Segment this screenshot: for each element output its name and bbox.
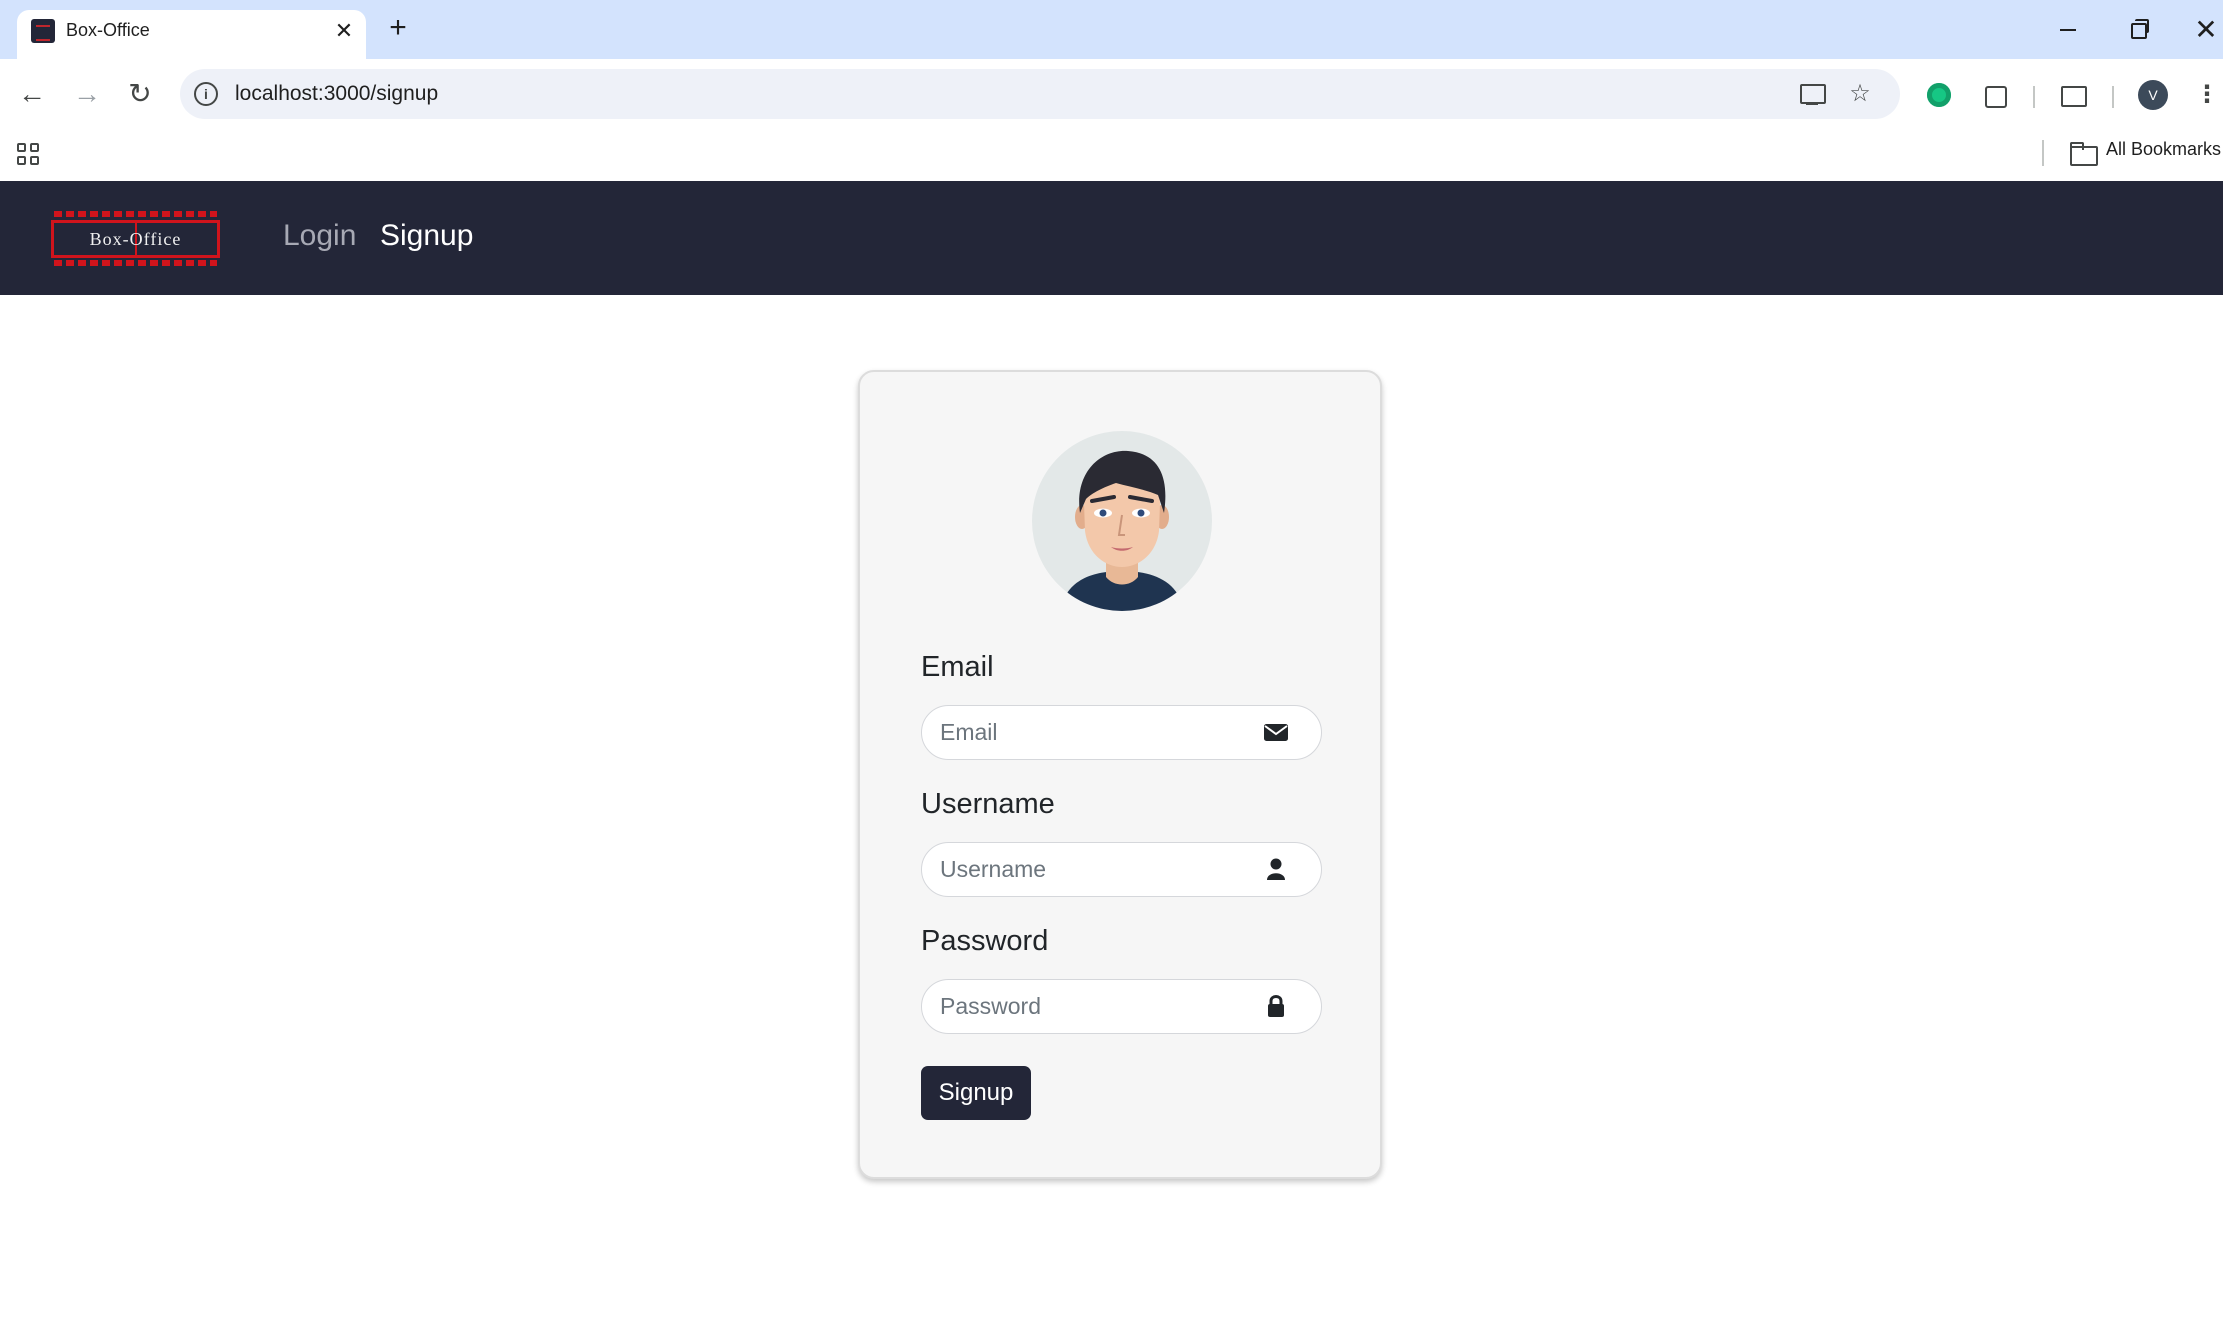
- bookmark-star-icon[interactable]: ☆: [1845, 79, 1875, 109]
- email-field[interactable]: [940, 706, 1260, 758]
- username-label: Username: [921, 788, 1055, 820]
- browser-tab[interactable]: Box-Office ✕: [17, 10, 366, 59]
- user-icon: [1267, 858, 1285, 880]
- tab-close-icon[interactable]: ✕: [331, 18, 357, 44]
- back-arrow-icon[interactable]: ←: [13, 75, 51, 113]
- forward-arrow-icon[interactable]: →: [68, 75, 106, 113]
- nav-login-link[interactable]: Login: [283, 219, 356, 253]
- email-label: Email: [921, 651, 994, 683]
- nav-signup-link[interactable]: Signup: [380, 219, 473, 253]
- film-perforation: [54, 260, 217, 266]
- signup-button[interactable]: Signup: [921, 1066, 1031, 1120]
- bookmarks-divider: [2042, 140, 2044, 166]
- email-input-group: [921, 705, 1322, 760]
- site-navbar: Box-Office Login Signup: [0, 181, 2223, 295]
- password-input-group: [921, 979, 1322, 1034]
- avatar-illustration: [1060, 450, 1184, 611]
- user-avatar-image: [1032, 431, 1212, 611]
- toolbar-divider: [2033, 86, 2035, 108]
- browser-tabstrip: Box-Office ✕ + ✕: [0, 0, 2223, 59]
- new-tab-button[interactable]: +: [383, 13, 413, 44]
- address-url[interactable]: localhost:3000/signup: [235, 82, 438, 106]
- password-field[interactable]: [940, 980, 1260, 1032]
- password-label: Password: [921, 925, 1049, 957]
- folder-icon[interactable]: [2070, 140, 2098, 166]
- profile-avatar[interactable]: V: [2138, 80, 2168, 110]
- restore-window-button[interactable]: [2117, 10, 2157, 50]
- extension-green-icon[interactable]: [1922, 78, 1956, 112]
- site-favicon-icon: [31, 19, 55, 43]
- all-bookmarks-link[interactable]: All Bookmarks: [2106, 139, 2221, 160]
- reload-icon[interactable]: ↻: [121, 75, 159, 113]
- tab-title: Box-Office: [66, 20, 150, 40]
- address-bar[interactable]: i localhost:3000/signup ☆: [180, 69, 1900, 119]
- username-field[interactable]: [940, 843, 1260, 895]
- username-input-group: [921, 842, 1322, 897]
- minimize-window-button[interactable]: [2048, 10, 2088, 50]
- envelope-icon: [1264, 724, 1288, 741]
- toolbar-divider: [2112, 86, 2114, 108]
- signup-card: Email Username Password Signup: [858, 370, 1382, 1179]
- lock-icon: [1268, 995, 1284, 1017]
- box-office-logo[interactable]: Box-Office: [51, 211, 220, 266]
- site-info-icon[interactable]: i: [194, 82, 218, 106]
- install-app-icon[interactable]: [1797, 79, 1827, 109]
- logo-text: Box-Office: [89, 229, 182, 249]
- extensions-puzzle-icon[interactable]: [1977, 78, 2011, 112]
- media-search-icon[interactable]: [2056, 78, 2090, 112]
- film-perforation: [54, 211, 217, 217]
- browser-toolbar: ← → ↻ i localhost:3000/signup ☆ V ⋮: [0, 59, 2223, 130]
- page-viewport: Box-Office Login Signup Email Email User…: [0, 181, 2223, 1324]
- apps-grid-icon[interactable]: [17, 143, 41, 167]
- close-window-button[interactable]: ✕: [2186, 10, 2223, 50]
- bookmarks-bar: All Bookmarks: [0, 130, 2223, 180]
- browser-menu-icon[interactable]: ⋮: [2190, 78, 2223, 112]
